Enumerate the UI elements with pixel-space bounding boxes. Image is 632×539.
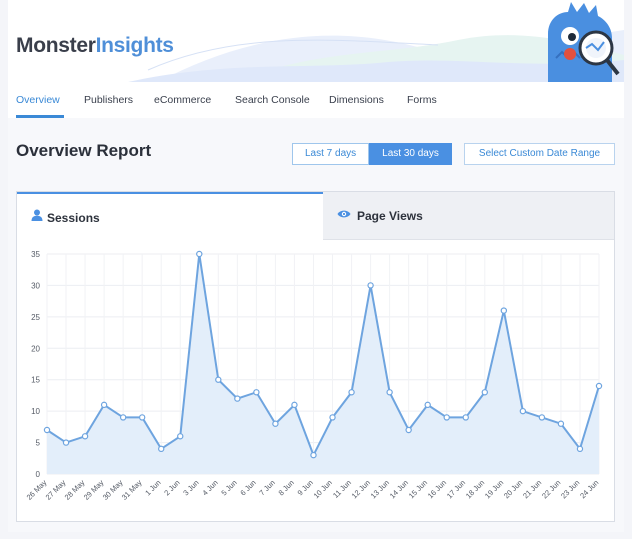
data-point: [196, 250, 203, 258]
x-tick-label: 13 Jun: [369, 478, 391, 500]
x-tick-label: 17 Jun: [445, 478, 467, 500]
data-point: [443, 414, 450, 421]
tab-sessions-label: Sessions: [47, 211, 100, 225]
data-point: [100, 401, 108, 409]
y-tick-label: 0: [36, 470, 41, 479]
x-tick-label: 30 May: [101, 478, 125, 502]
x-tick-label: 23 Jun: [559, 478, 581, 500]
y-tick-label: 5: [36, 439, 41, 448]
data-point: [405, 426, 412, 434]
user-icon: [31, 209, 43, 221]
y-tick-label: 25: [31, 313, 40, 322]
tab-page-views-label: Page Views: [357, 209, 423, 223]
data-point: [348, 389, 355, 396]
y-tick-label: 10: [31, 407, 40, 416]
x-tick-label: 1 Jun: [143, 478, 162, 497]
overview-report-panel: Overview Report Last 7 days Last 30 days…: [8, 118, 624, 532]
y-tick-label: 15: [31, 376, 40, 385]
x-tick-label: 2 Jun: [162, 478, 181, 497]
x-tick-label: 19 Jun: [483, 478, 505, 500]
data-point: [119, 414, 127, 421]
app-root: MonsterInsights Overview Publishers eCom…: [0, 0, 632, 539]
x-tick-label: 15 Jun: [407, 478, 429, 500]
x-tick-label: 4 Jun: [200, 478, 219, 497]
tab-dimensions[interactable]: Dimensions: [329, 94, 384, 106]
x-tick-label: 29 May: [82, 478, 106, 502]
data-point: [234, 395, 241, 402]
x-tick-label: 31 May: [120, 478, 144, 502]
x-tick-label: 7 Jun: [257, 478, 276, 497]
data-point: [215, 376, 222, 383]
tab-forms[interactable]: Forms: [407, 94, 437, 106]
sessions-chart: 0 5 10 15 20 25 30 35 26 May27 May28 May29 May30…: [25, 250, 603, 502]
y-tick-label: 35: [31, 250, 40, 259]
x-tick-label: 11 Jun: [331, 478, 353, 500]
tab-page-views[interactable]: Page Views: [323, 192, 614, 240]
data-point: [462, 414, 469, 421]
report-card: Sessions Page Views 0 5 10 15 20 25 30 35 26 May…: [16, 191, 615, 522]
data-point: [43, 426, 51, 434]
data-point: [138, 414, 146, 421]
page-title: Overview Report: [16, 141, 152, 160]
x-tick-label: 21 Jun: [521, 478, 543, 500]
data-point: [177, 433, 184, 440]
tab-sessions[interactable]: Sessions: [17, 192, 323, 240]
logo-text-monster: Monster: [16, 34, 96, 57]
x-tick-label: 18 Jun: [464, 478, 486, 500]
data-point: [158, 445, 165, 453]
last-30-days-button[interactable]: Last 30 days: [369, 143, 452, 165]
data-point: [481, 389, 488, 396]
x-tick-label: 28 May: [63, 478, 87, 502]
eye-icon: [337, 210, 351, 218]
x-tick-label: 3 Jun: [181, 478, 200, 497]
x-tick-label: 22 Jun: [540, 478, 562, 500]
primary-nav: Overview Publishers eCommerce Search Con…: [8, 82, 624, 119]
x-tick-label: 26 May: [25, 478, 49, 502]
header-banner: MonsterInsights: [8, 0, 624, 82]
data-point: [424, 401, 431, 409]
y-tick-label: 30: [31, 281, 40, 290]
last-7-days-button[interactable]: Last 7 days: [292, 143, 370, 165]
x-tick-label: 12 Jun: [350, 478, 372, 500]
tab-search-console[interactable]: Search Console: [235, 94, 310, 106]
x-tick-label: 20 Jun: [502, 478, 524, 500]
data-point: [310, 451, 317, 459]
tab-ecommerce[interactable]: eCommerce: [154, 94, 211, 106]
data-point: [557, 420, 565, 427]
data-point: [367, 282, 374, 289]
x-tick-label: 8 Jun: [277, 478, 296, 497]
tab-publishers[interactable]: Publishers: [84, 94, 133, 106]
data-point: [500, 307, 508, 314]
x-tick-label: 5 Jun: [219, 478, 238, 497]
logo-text-insights: Insights: [95, 34, 174, 57]
x-tick-label: 10 Jun: [312, 478, 334, 500]
data-point: [253, 389, 260, 396]
series-area-fill: [47, 254, 599, 474]
x-tick-label: 16 Jun: [426, 478, 448, 500]
x-tick-label: 27 May: [44, 478, 68, 502]
x-tick-label: 24 Jun: [578, 478, 600, 500]
data-point: [329, 414, 336, 421]
custom-date-range-button[interactable]: Select Custom Date Range: [464, 143, 615, 165]
data-point: [291, 401, 298, 409]
data-point: [595, 382, 603, 390]
date-range-toggle: Last 7 days Last 30 days: [292, 143, 452, 165]
data-point: [81, 433, 89, 440]
x-tick-label: 6 Jun: [238, 478, 257, 497]
monsterinsights-logo[interactable]: MonsterInsights: [16, 34, 174, 58]
data-point: [272, 420, 279, 427]
monster-mascot-icon: [548, 2, 620, 82]
data-point: [519, 407, 527, 415]
x-tick-label: 14 Jun: [388, 478, 410, 500]
data-point: [538, 414, 546, 421]
data-point: [386, 389, 393, 396]
y-tick-label: 20: [31, 344, 40, 353]
tab-overview[interactable]: Overview: [16, 94, 60, 106]
data-point: [576, 445, 584, 453]
data-point: [62, 439, 70, 446]
